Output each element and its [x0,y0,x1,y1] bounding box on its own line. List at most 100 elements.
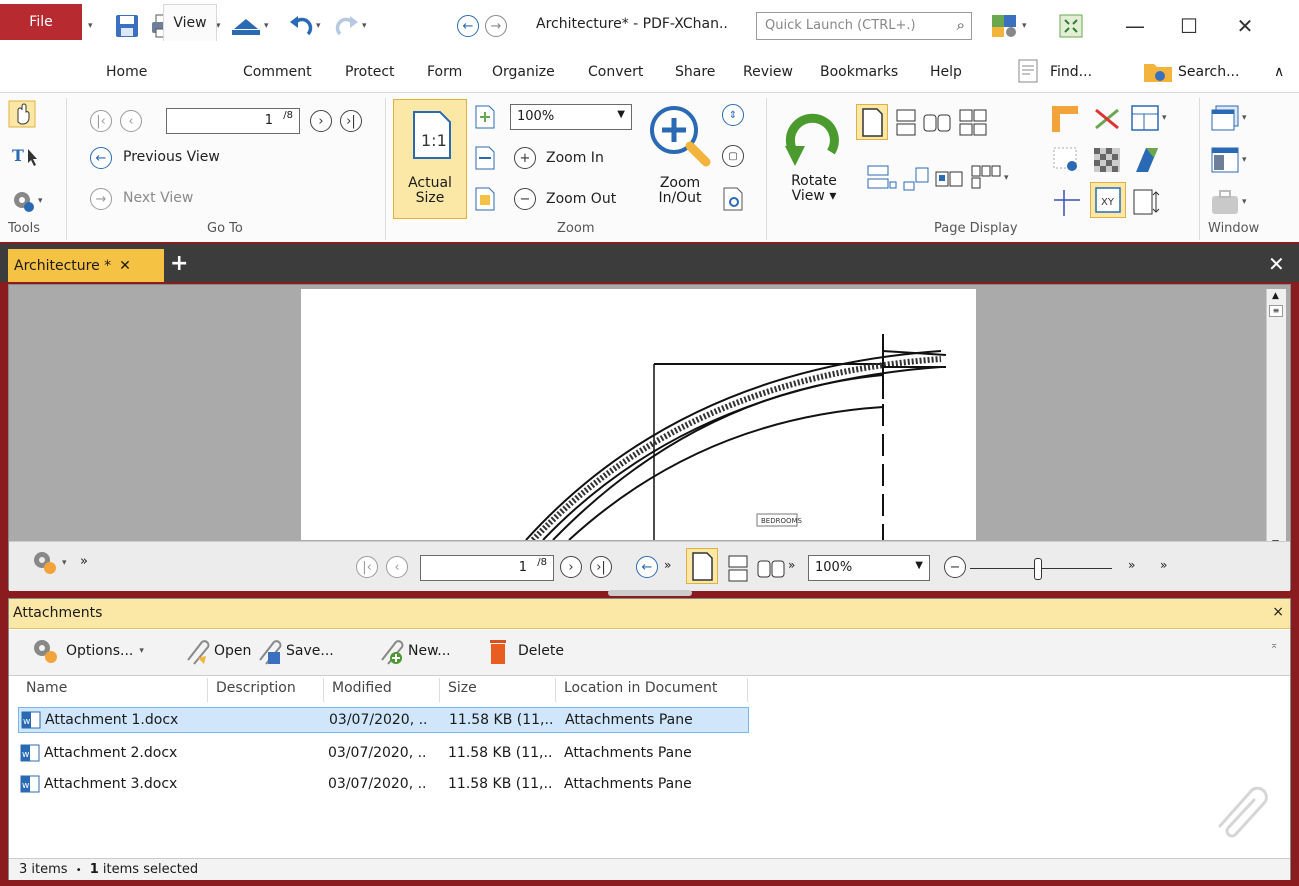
facing-continuous-icon[interactable] [958,108,988,138]
close-document-icon[interactable]: ✕ [1268,252,1285,276]
single-page-button[interactable] [856,104,888,140]
previous-view-button[interactable]: Previous View [123,149,220,165]
tab-share[interactable]: Share [675,64,715,80]
document-tab[interactable]: Architecture * ✕ [8,249,164,282]
facing-icon[interactable] [922,108,952,138]
checkerboard-icon[interactable] [1092,146,1122,174]
pdf-page[interactable]: BEDROOMS [301,289,976,540]
dynamic-zoom-icon[interactable]: ▢ [722,145,744,167]
nav-expand-icon-2[interactable]: » [788,558,795,572]
forward-icon[interactable]: → [485,15,507,37]
delete-button[interactable]: Delete [484,636,564,666]
expand-toolbar-icon[interactable]: » [80,554,88,569]
back-icon[interactable]: ← [457,15,479,37]
column-name[interactable]: Name [18,678,208,702]
split-view-icon[interactable] [864,164,898,192]
vertical-scrollbar[interactable]: ▲ ≡ ▼ [1266,289,1286,551]
fit-page-icon[interactable] [474,104,496,130]
collapse-toolbar-icon[interactable]: ⌅ [1270,640,1278,651]
attachment-row[interactable]: w Attachment 1.docx 03/07/2020, .. 11.58… [18,707,749,733]
attachment-row[interactable]: w Attachment 3.docx 03/07/2020, .. 11.58… [18,772,749,798]
column-description[interactable]: Description [208,678,324,702]
nav-expand-icon[interactable]: » [664,558,671,572]
new-attachment-button[interactable]: New... [374,636,451,666]
nav-zoom-out-icon[interactable]: − [944,556,966,578]
column-size[interactable]: Size [440,678,556,702]
minimize-button[interactable]: — [1112,8,1158,44]
close-pane-icon[interactable]: × [1272,604,1284,620]
workspace-icon[interactable]: ▾ [1210,188,1247,216]
snap-grid-icon[interactable] [1052,146,1082,174]
tab-comment[interactable]: Comment [243,64,312,80]
collapse-ribbon-icon[interactable]: ∧ [1274,64,1284,80]
close-tab-icon[interactable]: ✕ [119,258,131,274]
last-page-icon[interactable]: ›| [340,110,362,132]
nav-facing-icon[interactable] [756,554,786,584]
nav-previous-view-icon[interactable]: ← [636,556,658,578]
tab-view[interactable]: View [163,4,217,41]
tab-organize[interactable]: Organize [492,64,555,80]
tab-bookmarks[interactable]: Bookmarks [820,64,898,80]
attachment-row[interactable]: w Attachment 2.docx 03/07/2020, .. 11.58… [18,741,749,767]
transparency-icon[interactable] [1092,106,1122,132]
scroll-up-icon[interactable]: ▲ [1272,291,1279,301]
tab-home[interactable]: Home [106,64,147,80]
first-page-icon[interactable]: |‹ [90,110,112,132]
nav-last-page-icon[interactable]: ›| [590,556,612,578]
zoom-out-icon[interactable]: − [514,188,536,210]
measure-scale-icon[interactable] [1132,188,1162,216]
next-page-icon[interactable]: › [310,110,332,132]
nav-options-icon[interactable]: ▾ [30,548,67,578]
zoom-mode-icon[interactable]: ⇕ [722,104,744,126]
save-attachment-button[interactable]: Save... [252,636,334,666]
previous-view-icon[interactable]: ← [90,147,112,169]
find-button[interactable]: Find... [1016,58,1092,86]
select-text-icon[interactable]: T [12,145,42,167]
rulers-icon[interactable] [1050,104,1080,134]
new-tab-icon[interactable]: + [170,251,188,276]
two-page-cover-icon[interactable] [934,164,966,192]
search-button[interactable]: Search... [1142,58,1239,86]
tab-help[interactable]: Help [930,64,962,80]
page-number-input[interactable]: 1 /8 [166,108,300,134]
page-layout-more-icon[interactable]: ▾ [970,164,1009,192]
background-color-icon[interactable] [1132,146,1162,174]
zoom-in-button[interactable]: Zoom In [546,150,604,166]
grid-icon[interactable]: ▾ [1130,104,1167,132]
tools-options-icon[interactable]: ▾ [10,188,43,214]
fit-width-icon[interactable] [474,145,496,171]
undo-icon[interactable]: ▾ [288,12,321,40]
continuous-icon[interactable] [894,108,920,138]
nav-page-number-input[interactable]: 1 /8 [420,555,554,581]
redo-icon[interactable]: ▾ [334,12,367,40]
column-location[interactable]: Location in Document [556,678,748,702]
ui-options-icon[interactable]: ▾ [990,12,1027,40]
close-window-button[interactable]: ✕ [1222,8,1268,44]
fit-visible-icon[interactable] [474,186,496,212]
nav-expand-icon-3[interactable]: » [1128,558,1135,572]
hand-tool-button[interactable] [8,100,36,128]
tab-convert[interactable]: Convert [588,64,643,80]
open-button[interactable]: Open [180,636,251,666]
zoom-inout-button[interactable]: Zoom In/Out [648,104,712,219]
actual-size-button[interactable]: 1:1 Actual Size [393,99,467,219]
zoom-out-button[interactable]: Zoom Out [546,191,616,207]
fullscreen-icon[interactable] [1058,12,1084,40]
scan-icon[interactable]: ▾ [230,12,269,40]
cover-page-icon[interactable] [902,164,932,192]
panes-icon[interactable]: ▾ [1210,146,1247,174]
column-modified[interactable]: Modified [324,678,440,702]
next-view-button[interactable]: Next View [123,190,193,206]
zoom-level-select[interactable]: 100% ▼ [510,104,632,130]
maximize-button[interactable]: ☐ [1166,8,1212,44]
zoom-in-icon[interactable]: + [514,147,536,169]
tab-protect[interactable]: Protect [345,64,395,80]
tab-review[interactable]: Review [743,64,793,80]
nav-zoom-select[interactable]: 100% ▼ [808,555,930,581]
new-window-icon[interactable]: ▾ [1210,104,1247,132]
nav-first-page-icon[interactable]: |‹ [356,556,378,578]
scroll-thumb[interactable]: ≡ [1269,305,1283,317]
guides-icon[interactable] [1052,188,1082,216]
loupe-icon[interactable] [722,186,744,212]
zoom-slider-thumb[interactable] [1034,558,1042,580]
